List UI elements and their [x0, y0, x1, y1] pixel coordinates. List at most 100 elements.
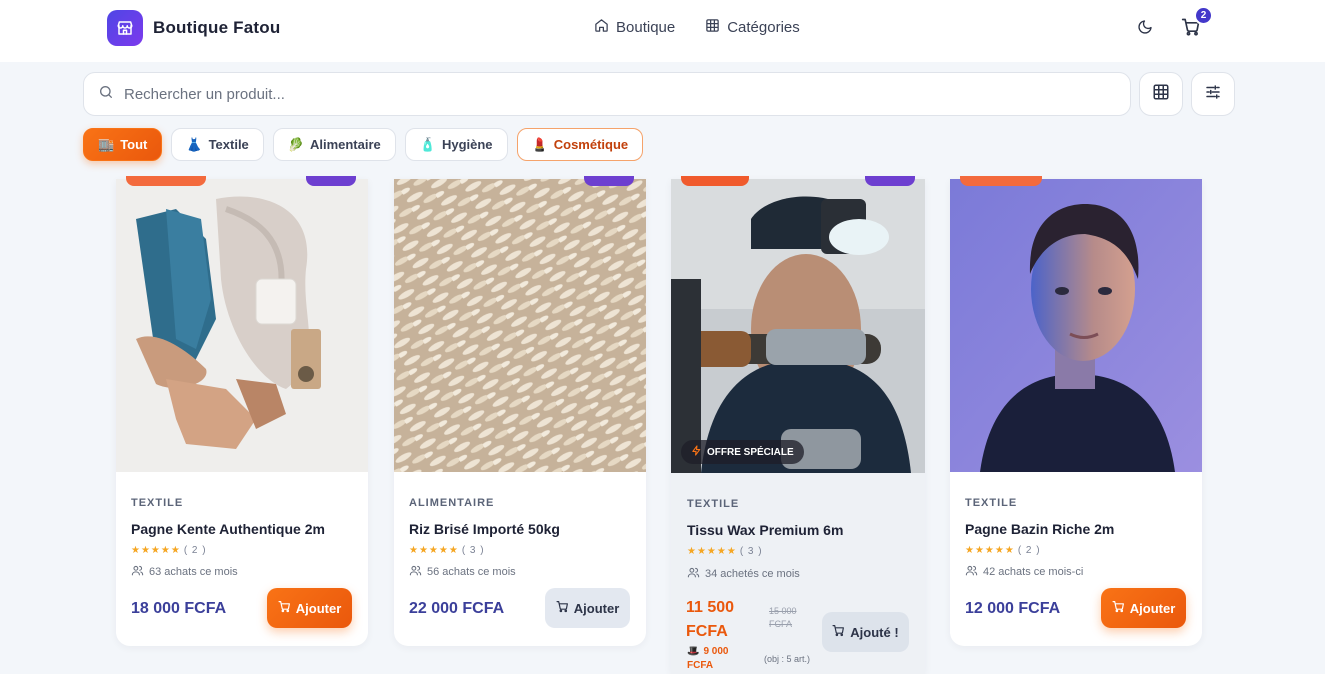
grid-view-icon [1152, 83, 1170, 106]
star-rating-icon: ★★★★★ [409, 545, 459, 556]
product-card[interactable]: TEXTILE Pagne Kente Authentique 2m ★★★★★… [116, 179, 368, 646]
main-nav: Boutique Catégories [594, 18, 800, 37]
group-price-amount: 9 000 [703, 646, 729, 657]
added-to-cart-label: Ajouté ! [850, 624, 899, 640]
scrolled-badge-peek [584, 176, 634, 186]
product-image[interactable]: OFFRE SPÉCIALE [671, 179, 925, 473]
chip-hygiene[interactable]: 🧴 Hygiène [404, 128, 508, 161]
lightning-icon [691, 445, 702, 459]
lipstick-emoji-icon: 💄 [531, 136, 548, 152]
product-image[interactable] [950, 179, 1202, 472]
cart-button[interactable]: 2 [1175, 6, 1213, 45]
add-to-cart-label: Ajouter [295, 600, 342, 616]
add-to-cart-label: Ajouter [1129, 600, 1176, 616]
offer-price-amount: 11 500 [686, 599, 735, 616]
search-bar [83, 72, 1131, 116]
scrolled-badge-peek [681, 176, 749, 186]
sold-text: 34 achetés ce mois [705, 568, 800, 580]
cart-count-badge: 2 [1194, 6, 1213, 25]
users-icon [409, 564, 422, 580]
product-rating: ★★★★★( 2 ) [131, 545, 207, 556]
chip-tout[interactable]: 🏬 Tout [83, 128, 163, 161]
product-title[interactable]: Tissu Wax Premium 6m [687, 522, 843, 538]
product-category: TEXTILE [131, 497, 184, 509]
product-title[interactable]: Riz Brisé Importé 50kg [409, 521, 560, 537]
special-offer-badge: OFFRE SPÉCIALE [681, 440, 804, 464]
vegetable-emoji-icon: 🥬 [287, 136, 304, 152]
chip-label: Tout [120, 137, 148, 152]
search-icon [98, 84, 114, 105]
product-card-special-offer[interactable]: OFFRE SPÉCIALE TEXTILE Tissu Wax Premium… [671, 179, 925, 674]
add-to-cart-button[interactable]: Ajouter [545, 588, 630, 628]
added-to-cart-button[interactable]: Ajouté ! [822, 612, 909, 652]
nav-boutique[interactable]: Boutique [594, 18, 675, 37]
group-objective: (obj : 5 art.) [764, 654, 811, 664]
offer-price: 11 500 FCFA [686, 596, 734, 644]
chip-alimentaire[interactable]: 🥬 Alimentaire [272, 128, 396, 161]
product-category: ALIMENTAIRE [409, 497, 495, 509]
theme-toggle-button[interactable] [1129, 13, 1161, 45]
users-icon [965, 564, 978, 580]
chip-cosmetique[interactable]: 💄 Cosmétique [516, 128, 644, 161]
add-to-cart-label: Ajouter [573, 600, 620, 616]
product-sold-count: 63 achats ce mois [131, 564, 238, 580]
dress-emoji-icon: 👗 [186, 136, 203, 152]
product-card[interactable]: TEXTILE Pagne Bazin Riche 2m ★★★★★( 2 ) … [950, 179, 1202, 646]
sold-text: 56 achats ce mois [427, 566, 516, 578]
product-price: 22 000 FCFA [409, 600, 505, 617]
old-price-currency: FCFA [769, 619, 793, 629]
star-rating-icon: ★★★★★ [687, 546, 737, 557]
scrolled-badge-peek [126, 176, 206, 186]
product-price: 18 000 FCFA [131, 600, 227, 617]
old-price-amount: 15 000 [769, 606, 797, 616]
brand[interactable]: Boutique Fatou [107, 10, 280, 46]
category-filter-bar: 🏬 Tout 👗 Textile 🥬 Alimentaire 🧴 Hygiène… [83, 128, 644, 161]
users-icon [687, 566, 700, 582]
review-count: ( 2 ) [183, 545, 207, 556]
review-count: ( 2 ) [1017, 545, 1041, 556]
grid-icon [705, 18, 720, 37]
search-input[interactable] [124, 85, 1084, 103]
product-rating: ★★★★★( 3 ) [687, 546, 763, 557]
scrolled-badge-peek [960, 176, 1042, 186]
product-sold-count: 56 achats ce mois [409, 564, 516, 580]
sold-text: 42 achats ce mois-ci [983, 566, 1084, 578]
nav-boutique-label: Boutique [616, 19, 676, 36]
scrolled-badge-peek [306, 176, 356, 186]
chip-label: Textile [208, 137, 249, 152]
review-count: ( 3 ) [739, 546, 763, 557]
grid-view-button[interactable] [1139, 72, 1183, 116]
chip-label: Hygiène [441, 137, 493, 152]
product-image[interactable] [394, 179, 646, 472]
users-icon [131, 564, 144, 580]
star-rating-icon: ★★★★★ [965, 545, 1015, 556]
chip-label: Alimentaire [309, 137, 381, 152]
add-to-cart-button[interactable]: Ajouter [1101, 588, 1186, 628]
add-to-cart-button[interactable]: Ajouter [267, 588, 352, 628]
store-emoji-icon: 🏬 [98, 136, 115, 152]
group-buy-price: 🎩 9 000 FCFA [687, 645, 728, 673]
cart-icon [556, 600, 569, 616]
brand-name: Boutique Fatou [153, 18, 281, 37]
product-price: 12 000 FCFA [965, 600, 1061, 617]
product-category: TEXTILE [687, 498, 740, 510]
sliders-icon [1204, 83, 1222, 106]
product-rating: ★★★★★( 3 ) [409, 545, 485, 556]
product-image[interactable] [116, 179, 368, 472]
star-rating-icon: ★★★★★ [131, 545, 181, 556]
old-price: 15 000 FCFA [769, 605, 797, 631]
offer-price-currency: FCFA [686, 623, 728, 640]
chip-textile[interactable]: 👗 Textile [171, 128, 264, 161]
special-offer-label: OFFRE SPÉCIALE [707, 446, 794, 458]
group-buy-icon: 🎩 [687, 646, 700, 657]
product-card[interactable]: ALIMENTAIRE Riz Brisé Importé 50kg ★★★★★… [394, 179, 646, 646]
product-title[interactable]: Pagne Bazin Riche 2m [965, 521, 1114, 537]
product-title[interactable]: Pagne Kente Authentique 2m [131, 521, 325, 537]
top-header: Boutique Fatou Boutique Catégories 2 [0, 0, 1325, 62]
product-sold-count: 42 achats ce mois-ci [965, 564, 1083, 580]
cart-icon [832, 624, 845, 640]
filters-button[interactable] [1191, 72, 1235, 116]
nav-categories[interactable]: Catégories [705, 18, 800, 37]
moon-icon [1137, 19, 1153, 40]
nav-categories-label: Catégories [727, 19, 800, 36]
